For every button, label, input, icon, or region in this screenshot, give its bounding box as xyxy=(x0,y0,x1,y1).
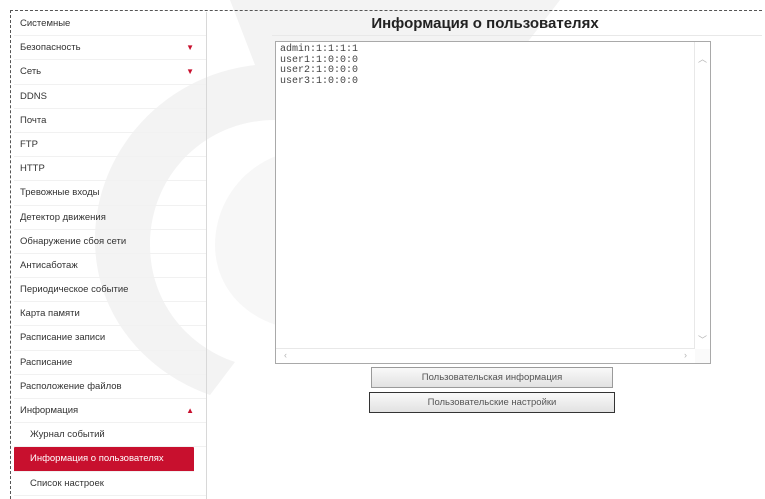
sidebar-item[interactable]: Антисаботаж xyxy=(14,254,206,279)
title-divider xyxy=(272,35,762,36)
sidebar-item-label: Почта xyxy=(20,114,47,126)
sidebar-item-label: Расписание записи xyxy=(20,332,106,344)
sidebar-item[interactable]: Системные xyxy=(14,12,206,37)
sidebar-item-label: Информация xyxy=(20,405,79,416)
sidebar-item-label: Расположение файлов xyxy=(20,380,122,392)
sidebar-item[interactable]: Расписание xyxy=(14,351,206,375)
sidebar-item[interactable]: Информация о пользователях xyxy=(14,447,194,472)
user-info-textarea[interactable]: admin:1:1:1:1 user1:1:0:0:0 user2:1:0:0:0 u… xyxy=(275,41,711,364)
sidebar-item-label: Детектор движения xyxy=(20,211,106,223)
sidebar-item[interactable]: Периодическое событие xyxy=(14,278,206,303)
sidebar-item[interactable]: Расположение файлов xyxy=(14,375,206,399)
sidebar-item[interactable]: Расписание записи xyxy=(14,326,206,351)
scroll-right-icon[interactable]: › xyxy=(684,350,687,360)
sidebar-item-label: FTP xyxy=(20,138,38,150)
sidebar-item-label: Карта памяти xyxy=(20,308,80,320)
sidebar-item[interactable]: Обнаружение сбоя сети xyxy=(14,230,206,254)
chevron-down-icon[interactable]: ▼ xyxy=(186,36,194,59)
user-info-line: admin:1:1:1:1 xyxy=(280,44,359,55)
sidebar-item[interactable]: Безопасность ▼ xyxy=(14,36,206,61)
sidebar-item[interactable]: Тревожные входы xyxy=(14,181,206,206)
sidebar-item[interactable]: Карта памяти xyxy=(14,302,206,327)
sidebar-item-label: Обнаружение сбоя сети xyxy=(20,235,127,247)
sidebar-item[interactable]: Сеть ▼ xyxy=(14,60,206,85)
sidebar-item-label: Безопасность xyxy=(20,42,81,54)
horizontal-scrollbar[interactable]: ‹ › xyxy=(276,348,695,363)
sidebar-item-label: Информация о пользователях xyxy=(30,453,164,465)
sidebar-item[interactable]: Почта xyxy=(14,109,206,133)
scroll-up-icon[interactable]: ︿ xyxy=(698,54,707,64)
scroll-down-icon[interactable]: ﹀ xyxy=(698,335,707,345)
sidebar-item-label: Периодическое событие xyxy=(20,284,129,296)
sidebar-item[interactable]: Список настроек xyxy=(14,472,206,496)
sidebar-item-label: Расписание xyxy=(20,356,73,368)
page-title: Информация о пользователях xyxy=(371,15,599,32)
user-info-line: user2:1:0:0:0 xyxy=(280,65,359,76)
sidebar-item[interactable]: HTTP xyxy=(14,157,206,182)
scroll-left-icon[interactable]: ‹ xyxy=(284,350,287,360)
chevron-up-icon[interactable]: ▲ xyxy=(186,399,194,422)
scrollbar-corner xyxy=(695,349,710,363)
sidebar-item-label: Журнал событий xyxy=(30,429,105,441)
sidebar-menu: Системные Безопасность ▼ Сеть ▼ DDNS Почта FTP H… xyxy=(14,12,207,499)
user-info-line: user3:1:0:0:0 xyxy=(280,75,359,87)
sidebar-item-label: Системные xyxy=(20,18,71,29)
frame-left-border xyxy=(10,10,11,499)
sidebar-item-label: Антисаботаж xyxy=(20,259,78,271)
sidebar-item-label: Сеть xyxy=(20,66,42,78)
sidebar-item[interactable]: DDNS xyxy=(14,85,206,109)
frame-top-border xyxy=(10,10,762,11)
user-settings-button[interactable]: Пользовательские настройки xyxy=(369,392,615,413)
sidebar-item-label: Список настроек xyxy=(30,477,104,489)
sidebar-item-label: Тревожные входы xyxy=(20,187,100,199)
sidebar-item-label: DDNS xyxy=(20,90,47,102)
sidebar-item[interactable]: Журнал событий xyxy=(14,423,206,448)
user-info-text: admin:1:1:1:1 user1:1:0:0:0 user2:1:0:0:0 u… xyxy=(280,44,359,87)
sidebar-item-label: HTTP xyxy=(20,163,45,175)
user-info-button[interactable]: Пользовательская информация xyxy=(371,367,613,388)
sidebar-item[interactable]: FTP xyxy=(14,133,206,158)
sidebar-item[interactable]: Информация ▲ xyxy=(14,399,206,424)
sidebar-item[interactable]: Детектор движения xyxy=(14,206,206,230)
chevron-down-icon[interactable]: ▼ xyxy=(186,60,194,83)
vertical-scrollbar[interactable]: ︿ ﹀ xyxy=(694,42,710,349)
